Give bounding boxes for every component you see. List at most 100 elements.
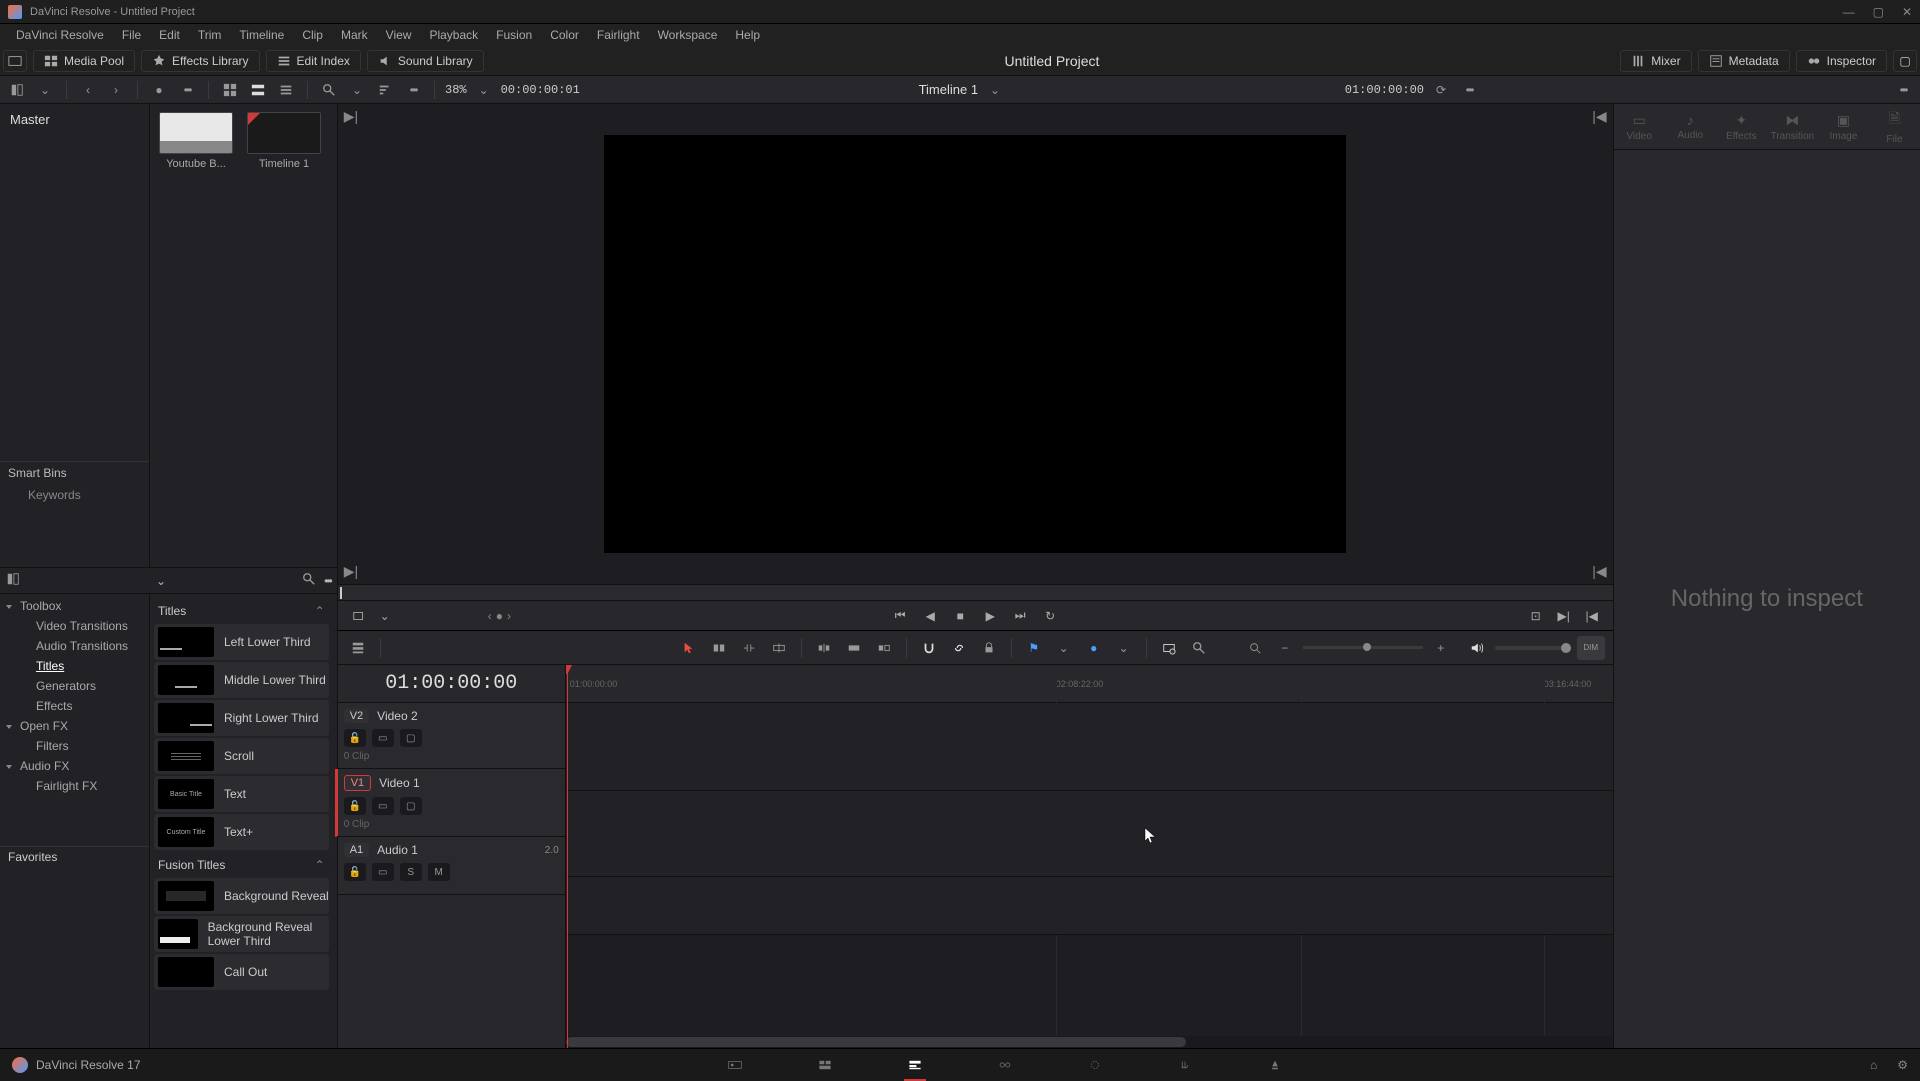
- timeline-name-label[interactable]: Timeline 1: [919, 82, 978, 97]
- viewer-next-edit-icon[interactable]: |◀: [1592, 108, 1606, 125]
- nav-next-icon[interactable]: ›: [507, 609, 511, 623]
- track-disable-icon[interactable]: ▢: [400, 729, 422, 747]
- zoom-in-button[interactable]: +: [1429, 636, 1453, 660]
- track-disable-icon[interactable]: ▢: [400, 797, 422, 815]
- track-index[interactable]: V1: [344, 775, 371, 791]
- timeline-tracks-area[interactable]: 01:00:00:00 02:08:22:00 03:16:44:00: [566, 665, 1613, 1048]
- menu-file[interactable]: File: [114, 26, 149, 44]
- menu-workspace[interactable]: Workspace: [650, 26, 726, 44]
- home-button[interactable]: ⌂: [1870, 1058, 1877, 1072]
- fusion-title-callout[interactable]: Call Out: [154, 954, 329, 990]
- page-fusion[interactable]: [990, 1053, 1020, 1077]
- fx-node-audiofx[interactable]: Audio FX: [0, 756, 149, 776]
- link-toggle-button[interactable]: [947, 636, 971, 660]
- marker-button[interactable]: ●: [1082, 636, 1106, 660]
- track-lock-icon[interactable]: 🔓: [344, 797, 366, 815]
- sort-icon[interactable]: [374, 79, 396, 101]
- timecode-mode-icon[interactable]: ⟳: [1430, 79, 1452, 101]
- zoom-slider[interactable]: [1303, 646, 1423, 649]
- track-lock-icon[interactable]: 🔓: [344, 863, 366, 881]
- timeline-hscroll[interactable]: [566, 1036, 1613, 1048]
- track-solo-button[interactable]: S: [400, 863, 422, 881]
- dynamic-trim-button[interactable]: [737, 636, 761, 660]
- menu-fusion[interactable]: Fusion: [488, 26, 540, 44]
- window-close-button[interactable]: ✕: [1902, 5, 1912, 19]
- inspector-tab-image[interactable]: ▣Image: [1818, 112, 1869, 142]
- fx-more-options[interactable]: •••: [324, 574, 331, 588]
- record-icon[interactable]: ●: [148, 79, 170, 101]
- inspector-more-options[interactable]: •••: [1892, 79, 1914, 101]
- overwrite-clip-button[interactable]: [842, 636, 866, 660]
- menu-mark[interactable]: Mark: [333, 26, 376, 44]
- playhead[interactable]: [567, 665, 568, 1048]
- nav-prev-icon[interactable]: ‹: [488, 609, 492, 623]
- list-view-icon[interactable]: [275, 79, 297, 101]
- inspector-tab-video[interactable]: ▭Video: [1614, 112, 1665, 142]
- go-in-icon[interactable]: ▶|: [1553, 605, 1575, 627]
- track-auto-select-icon[interactable]: ▭: [372, 863, 394, 881]
- scroll-thumb[interactable]: [566, 1037, 1186, 1047]
- fusion-title-bg-reveal[interactable]: Background Reveal: [154, 878, 329, 914]
- mixer-toggle[interactable]: Mixer: [1620, 50, 1691, 72]
- smart-bin-keywords[interactable]: Keywords: [0, 484, 149, 506]
- bin-dropdown[interactable]: ⌄: [34, 79, 56, 101]
- inspector-tab-transition[interactable]: ⧓Transition: [1767, 112, 1818, 142]
- timeline-view-options-icon[interactable]: [346, 636, 370, 660]
- fx-node-titles[interactable]: Titles: [0, 656, 149, 676]
- nav-fwd[interactable]: ›: [105, 79, 127, 101]
- fx-panel-dropdown[interactable]: ⌄: [156, 574, 166, 588]
- unknown-toggle-icon[interactable]: ⊡: [1525, 605, 1547, 627]
- thumb-view-icon[interactable]: [219, 79, 241, 101]
- go-start-button[interactable]: ⏮: [889, 605, 911, 627]
- smart-bins-header[interactable]: Smart Bins: [0, 461, 149, 484]
- viewer-first-frame-icon[interactable]: ▶|: [344, 563, 358, 580]
- track-lock-icon[interactable]: 🔓: [344, 729, 366, 747]
- track-lane-a1[interactable]: [566, 877, 1613, 935]
- next-frame-button[interactable]: ⏭: [1009, 605, 1031, 627]
- timeline-ruler[interactable]: 01:00:00:00 02:08:22:00 03:16:44:00: [566, 665, 1613, 703]
- sound-library-toggle[interactable]: Sound Library: [367, 50, 484, 72]
- track-lane-v1[interactable]: [566, 791, 1613, 877]
- track-auto-select-icon[interactable]: ▭: [372, 797, 394, 815]
- dim-button[interactable]: DIM: [1577, 636, 1605, 660]
- project-settings-button[interactable]: ⚙: [1897, 1058, 1908, 1072]
- search-dropdown[interactable]: ⌄: [346, 79, 368, 101]
- snap-toggle-button[interactable]: [917, 636, 941, 660]
- source-timecode[interactable]: 00:00:00:01: [501, 83, 580, 97]
- fx-node-effects[interactable]: Effects: [0, 696, 149, 716]
- mute-icon[interactable]: [1465, 636, 1489, 660]
- fx-node-favorites[interactable]: Favorites: [0, 846, 149, 867]
- timeline-timecode[interactable]: 01:00:00:00: [338, 665, 565, 703]
- track-name[interactable]: Video 1: [379, 776, 419, 790]
- page-media[interactable]: [720, 1053, 750, 1077]
- stop-button[interactable]: ■: [949, 605, 971, 627]
- full-extent-toggle[interactable]: ▢: [1893, 50, 1917, 72]
- match-frame-dropdown[interactable]: ⌄: [374, 605, 396, 627]
- page-fairlight[interactable]: [1170, 1053, 1200, 1077]
- title-text-plus[interactable]: Custom TitleText+: [154, 814, 329, 850]
- selection-tool-button[interactable]: [677, 636, 701, 660]
- track-mute-button[interactable]: M: [428, 863, 450, 881]
- window-maximize-button[interactable]: ▢: [1873, 5, 1884, 19]
- menu-davinci[interactable]: DaVinci Resolve: [8, 26, 112, 44]
- track-name[interactable]: Audio 1: [377, 843, 418, 857]
- fx-node-openfx[interactable]: Open FX: [0, 716, 149, 736]
- viewer-scrubber[interactable]: [338, 584, 1613, 600]
- volume-slider[interactable]: [1495, 646, 1571, 650]
- record-timecode[interactable]: 01:00:00:00: [1345, 83, 1424, 97]
- menu-edit[interactable]: Edit: [151, 26, 188, 44]
- match-frame-icon[interactable]: [348, 605, 370, 627]
- viewer-last-frame-icon[interactable]: |◀: [1592, 563, 1606, 580]
- page-color[interactable]: [1080, 1053, 1110, 1077]
- viewer-zoom-value[interactable]: 38%: [445, 83, 467, 97]
- menu-view[interactable]: View: [378, 26, 420, 44]
- fusion-title-bg-reveal-lower[interactable]: Background Reveal Lower Third: [154, 916, 329, 952]
- lock-toggle-button[interactable]: [977, 636, 1001, 660]
- inspector-toggle[interactable]: Inspector: [1796, 50, 1887, 72]
- auto-track-select-icon[interactable]: [1157, 636, 1181, 660]
- fx-section-fusion-titles[interactable]: Fusion Titles⌃: [154, 852, 329, 878]
- track-index[interactable]: A1: [344, 843, 369, 857]
- viewer-more-options[interactable]: •••: [1458, 79, 1480, 101]
- full-screen-toggle[interactable]: [3, 50, 27, 72]
- effects-library-toggle[interactable]: Effects Library: [141, 50, 259, 72]
